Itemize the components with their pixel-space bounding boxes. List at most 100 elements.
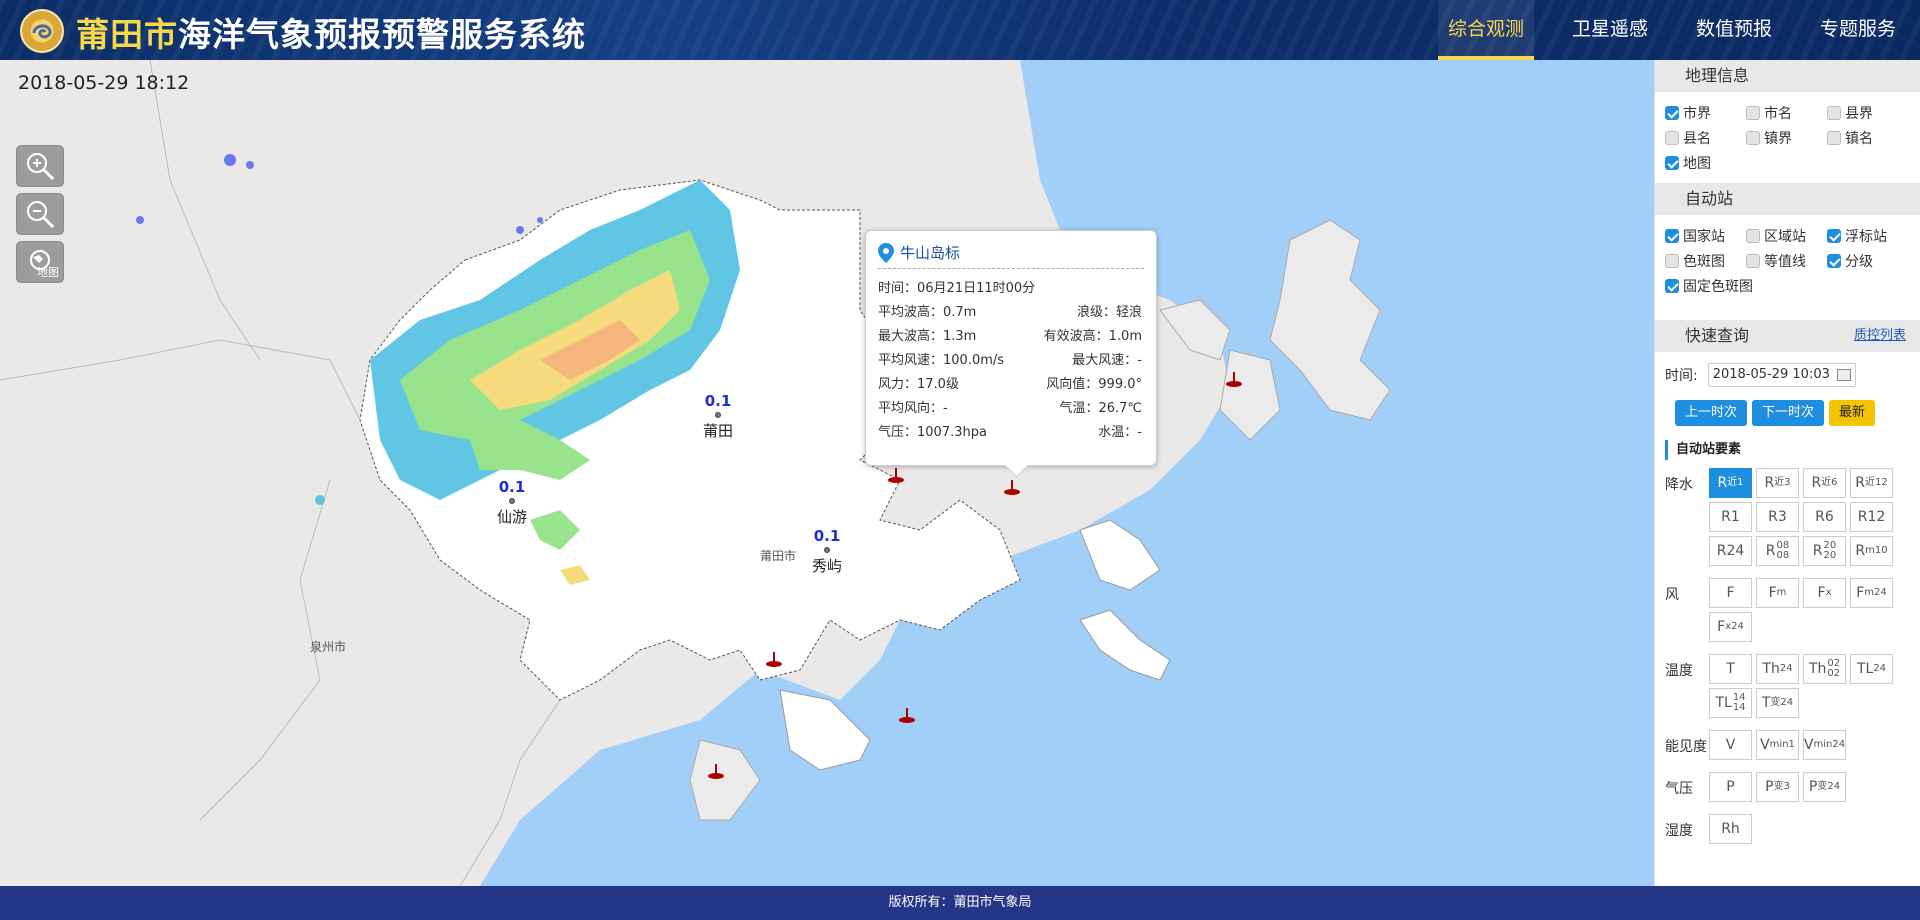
checkbox-unchecked-icon[interactable] bbox=[1746, 130, 1760, 145]
station-xiuyu[interactable]: 0.1 秀屿 bbox=[812, 527, 842, 576]
checkbox-checked-icon[interactable] bbox=[1827, 253, 1841, 268]
popup-field: 平均波高：0.7m bbox=[878, 305, 977, 320]
element-button[interactable]: Fm24 bbox=[1850, 578, 1893, 608]
element-button-sub: 变24 bbox=[1770, 697, 1794, 708]
element-button[interactable]: R12 bbox=[1850, 502, 1893, 532]
element-button[interactable]: P bbox=[1709, 772, 1752, 802]
prev-time-button[interactable]: 上一时次 bbox=[1675, 400, 1748, 426]
station-xianyou[interactable]: 0.1 仙游 bbox=[497, 478, 527, 527]
layer-checkbox[interactable]: 色斑图 bbox=[1665, 248, 1746, 273]
element-button[interactable]: Th 02 02 bbox=[1803, 654, 1846, 684]
element-button[interactable]: Fx bbox=[1803, 578, 1846, 608]
layer-checkbox[interactable]: 县界 bbox=[1827, 100, 1908, 125]
element-button[interactable]: R 近12 bbox=[1850, 468, 1893, 498]
checkbox-unchecked-icon[interactable] bbox=[1746, 105, 1760, 120]
element-button[interactable]: T 变24 bbox=[1756, 688, 1799, 718]
element-button[interactable]: R1 bbox=[1709, 502, 1752, 532]
layer-checkbox[interactable]: 等值线 bbox=[1746, 248, 1827, 273]
buoy-icon[interactable] bbox=[886, 468, 906, 484]
element-button-sub: 08 bbox=[1776, 550, 1790, 561]
element-button[interactable]: Fx24 bbox=[1709, 612, 1752, 642]
popup-row: 平均风向：- 气温：26.7℃ bbox=[878, 397, 1144, 421]
layer-checkbox[interactable]: 分级 bbox=[1827, 248, 1908, 273]
buoy-icon[interactable] bbox=[706, 764, 726, 780]
checkbox-unchecked-icon[interactable] bbox=[1827, 130, 1841, 145]
layer-checkbox[interactable]: 市界 bbox=[1665, 100, 1746, 125]
element-button[interactable]: R 08 08 bbox=[1756, 536, 1799, 566]
layer-checkbox[interactable]: 镇名 bbox=[1827, 125, 1908, 150]
station-putian[interactable]: 0.1 莆田 bbox=[703, 392, 733, 441]
element-button[interactable]: V bbox=[1709, 730, 1752, 760]
checkbox-label: 国家站 bbox=[1683, 228, 1725, 245]
basemap-toggle-button[interactable]: 地图 bbox=[16, 241, 64, 283]
element-button[interactable]: Fm bbox=[1756, 578, 1799, 608]
element-button-base: R6 bbox=[1815, 509, 1834, 525]
element-button[interactable]: R 近6 bbox=[1803, 468, 1846, 498]
element-group-label: 降水 bbox=[1665, 477, 1693, 493]
element-button[interactable]: F bbox=[1709, 578, 1752, 608]
element-button[interactable]: Rh bbox=[1709, 814, 1752, 844]
buoy-icon[interactable] bbox=[1002, 480, 1022, 496]
element-button-sub: 变3 bbox=[1773, 781, 1790, 792]
next-time-button[interactable]: 下一时次 bbox=[1752, 400, 1825, 426]
nav-item[interactable]: 卫星遥感 bbox=[1562, 0, 1658, 60]
layer-checkbox[interactable]: 固定色斑图 bbox=[1665, 273, 1825, 298]
element-button[interactable]: R3 bbox=[1756, 502, 1799, 532]
map-view[interactable]: 2018-05-29 18:12 地图 0.1 莆田 0.1 仙游 0.1 秀屿… bbox=[0, 60, 1654, 886]
layer-checkbox[interactable]: 县名 bbox=[1665, 125, 1746, 150]
layer-checkbox[interactable]: 国家站 bbox=[1665, 223, 1746, 248]
checkbox-unchecked-icon[interactable] bbox=[1746, 253, 1760, 268]
layer-checkbox[interactable]: 地图 bbox=[1665, 150, 1746, 175]
nav-item[interactable]: 数值预报 bbox=[1686, 0, 1782, 60]
time-input-value: 2018-05-29 10:03 bbox=[1712, 367, 1830, 382]
nav-item[interactable]: 综合观测 bbox=[1437, 0, 1534, 60]
calendar-icon[interactable] bbox=[1836, 369, 1851, 381]
location-pin-icon bbox=[878, 242, 894, 263]
checkbox-label: 等值线 bbox=[1764, 253, 1806, 270]
element-button[interactable]: R6 bbox=[1803, 502, 1846, 532]
element-button[interactable]: TL 14 14 bbox=[1709, 688, 1752, 718]
element-group: 温度 T Th 24 Th 02 02 TL 24 TL 14 14 T 变24 bbox=[1665, 654, 1910, 722]
checkbox-unchecked-icon[interactable] bbox=[1827, 105, 1841, 120]
time-nav-buttons: 上一时次 下一时次 最新 bbox=[1665, 400, 1910, 426]
layer-checkbox[interactable]: 区域站 bbox=[1746, 223, 1827, 248]
element-group: 降水 R 近1 R 近3 R 近6 R 近12 R1 R3 R6 R12 R24 R 08 08 R 20 20 Rm1… bbox=[1665, 468, 1910, 570]
buoy-icon[interactable] bbox=[764, 652, 784, 668]
checkbox-unchecked-icon[interactable] bbox=[1665, 253, 1679, 268]
element-button[interactable]: Vmin1 bbox=[1756, 730, 1799, 760]
element-button[interactable]: P 变3 bbox=[1756, 772, 1799, 802]
latest-button[interactable]: 最新 bbox=[1829, 400, 1876, 426]
element-button[interactable]: R 近3 bbox=[1756, 468, 1799, 498]
qc-list-link[interactable]: 质控列表 bbox=[1854, 320, 1906, 352]
checkbox-checked-icon[interactable] bbox=[1827, 228, 1841, 243]
app-title-city: 莆田市 bbox=[76, 15, 178, 54]
element-button[interactable]: P 变24 bbox=[1803, 772, 1846, 802]
element-button[interactable]: R24 bbox=[1709, 536, 1752, 566]
buoy-icon[interactable] bbox=[1224, 372, 1244, 388]
checkbox-checked-icon[interactable] bbox=[1665, 228, 1679, 243]
buoy-icon[interactable] bbox=[897, 708, 917, 724]
element-button[interactable]: TL 24 bbox=[1850, 654, 1893, 684]
checkbox-checked-icon[interactable] bbox=[1665, 105, 1679, 120]
layer-checkbox[interactable]: 浮标站 bbox=[1827, 223, 1908, 248]
checkbox-label: 市名 bbox=[1764, 105, 1792, 122]
time-input[interactable]: 2018-05-29 10:03 bbox=[1707, 363, 1856, 387]
element-button-base: V bbox=[1725, 737, 1736, 753]
element-button[interactable]: R 近1 bbox=[1709, 468, 1752, 498]
zoom-in-button[interactable] bbox=[16, 145, 64, 187]
checkbox-label: 县界 bbox=[1845, 105, 1873, 122]
checkbox-checked-icon[interactable] bbox=[1665, 155, 1679, 170]
layer-checkbox[interactable]: 镇界 bbox=[1746, 125, 1827, 150]
element-button[interactable]: R 20 20 bbox=[1803, 536, 1846, 566]
element-button[interactable]: Vmin24 bbox=[1803, 730, 1846, 760]
zoom-out-button[interactable] bbox=[16, 193, 64, 235]
checkbox-unchecked-icon[interactable] bbox=[1665, 130, 1679, 145]
checkbox-checked-icon[interactable] bbox=[1665, 278, 1679, 293]
checkbox-unchecked-icon[interactable] bbox=[1746, 228, 1760, 243]
nav-item[interactable]: 专题服务 bbox=[1810, 0, 1906, 60]
element-button[interactable]: T bbox=[1709, 654, 1752, 684]
element-button-sub: 24 bbox=[1779, 663, 1793, 674]
element-button[interactable]: Rm10 bbox=[1850, 536, 1893, 566]
layer-checkbox[interactable]: 市名 bbox=[1746, 100, 1827, 125]
element-button[interactable]: Th 24 bbox=[1756, 654, 1799, 684]
